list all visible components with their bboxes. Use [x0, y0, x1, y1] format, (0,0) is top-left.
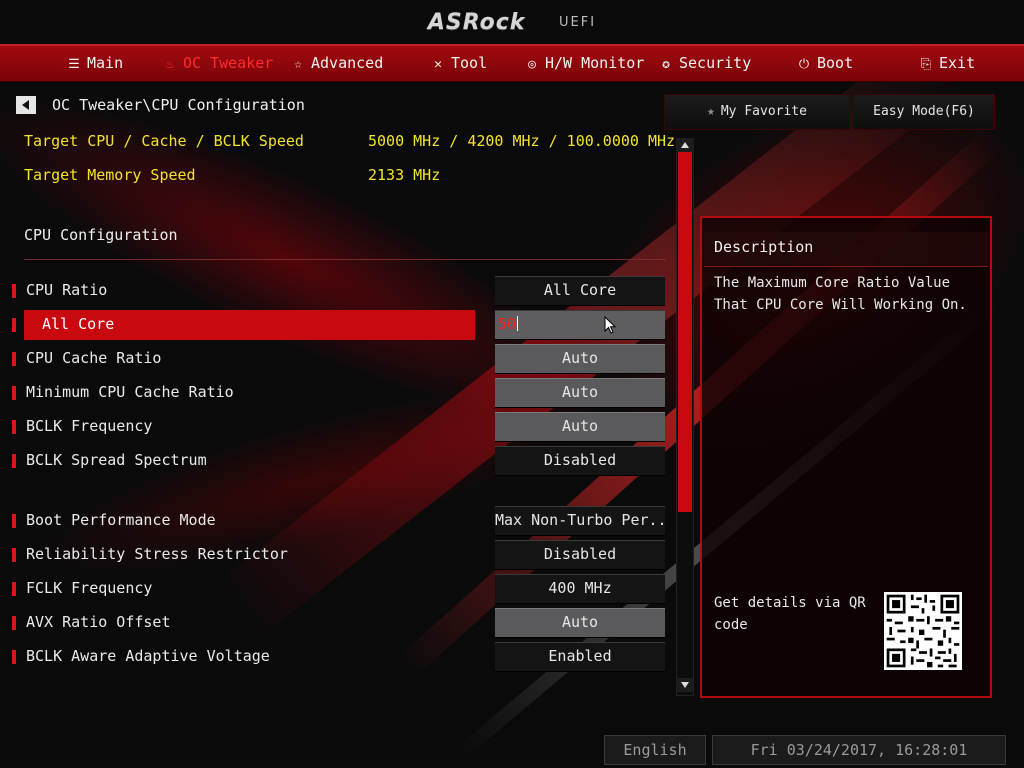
row-marker [12, 616, 16, 630]
setting-row-fclk-frequency[interactable]: FCLK Frequency 400 MHz [0, 574, 670, 604]
tab-main[interactable]: ☰ Main [66, 45, 123, 81]
section-title: CPU Configuration [24, 226, 178, 244]
setting-label: Minimum CPU Cache Ratio [26, 383, 234, 401]
language-button[interactable]: English [604, 735, 706, 765]
setting-value-dropdown[interactable]: All Core [495, 276, 665, 306]
tab-exit[interactable]: ⎘ Exit [918, 45, 975, 81]
row-marker [12, 548, 16, 562]
setting-value-input[interactable]: 50 [495, 310, 665, 340]
row-marker [12, 582, 16, 596]
tab-security-label: Security [679, 54, 752, 72]
setting-label: FCLK Frequency [26, 579, 153, 597]
exit-icon: ⎘ [920, 57, 932, 72]
my-favorite-button[interactable]: ★ My Favorite [664, 94, 850, 130]
setting-label: Reliability Stress Restrictor [26, 545, 288, 563]
setting-row-avx-ratio-offset[interactable]: AVX Ratio Offset Auto [0, 608, 670, 638]
scrollbar-thumb[interactable] [678, 152, 692, 512]
monitor-icon: ◎ [528, 57, 536, 72]
shield-icon: ✪ [662, 57, 670, 72]
row-marker [12, 284, 16, 298]
setting-value-dropdown[interactable]: Disabled [495, 540, 665, 570]
setting-row-boot-performance-mode[interactable]: Boot Performance Mode Max Non-Turbo Per.… [0, 506, 670, 536]
description-panel: Description The Maximum Core Ratio Value… [700, 216, 992, 698]
star-icon: ☆ [294, 57, 302, 72]
star-icon: ★ [707, 104, 715, 119]
tab-oc-tweaker-label: OC Tweaker [183, 54, 274, 72]
row-marker [12, 318, 16, 332]
my-favorite-label: My Favorite [720, 104, 807, 119]
setting-row-all-core[interactable]: All Core 50 [0, 310, 670, 340]
setting-label: BCLK Aware Adaptive Voltage [26, 647, 270, 665]
input-text: 50 [498, 315, 517, 333]
row-marker [12, 420, 16, 434]
target-memory-label: Target Memory Speed [24, 166, 196, 184]
flame-icon: ♨ [166, 57, 174, 72]
row-marker [12, 352, 16, 366]
scroll-down-arrow-icon[interactable] [676, 678, 694, 692]
setting-label: CPU Ratio [26, 281, 108, 299]
tab-main-label: Main [87, 54, 124, 72]
scroll-up-arrow-icon[interactable] [676, 138, 694, 152]
qr-caption: Get details via QR code [714, 595, 866, 633]
uefi-label: UEFI [559, 15, 597, 30]
setting-value-field[interactable]: Auto [495, 608, 665, 638]
setting-row-cpu-ratio[interactable]: CPU Ratio All Core [0, 276, 670, 306]
setting-label: Boot Performance Mode [26, 511, 216, 529]
description-title: Description [714, 238, 814, 256]
tab-advanced[interactable]: ☆ Advanced [290, 45, 383, 81]
setting-row-bclk-spread-spectrum[interactable]: BCLK Spread Spectrum Disabled [0, 446, 670, 476]
target-memory-value: 2133 MHz [368, 166, 441, 184]
row-marker [12, 386, 16, 400]
text-caret [517, 316, 519, 331]
tab-hw-monitor-label: H/W Monitor [545, 54, 645, 72]
datetime-display: Fri 03/24/2017, 16:28:01 [712, 735, 1006, 765]
tab-exit-label: Exit [939, 54, 976, 72]
qr-code-icon [884, 592, 962, 670]
power-icon: ⏻ [798, 57, 810, 72]
setting-value-dropdown[interactable]: Enabled [495, 642, 665, 672]
setting-row-min-cpu-cache-ratio[interactable]: Minimum CPU Cache Ratio Auto [0, 378, 670, 408]
setting-value-field[interactable]: Auto [495, 344, 665, 374]
section-divider [24, 259, 666, 260]
back-button[interactable] [16, 96, 36, 114]
brand-header: ASRock UEFI [0, 10, 1024, 40]
setting-label: CPU Cache Ratio [26, 349, 162, 367]
tab-tool[interactable]: ✕ Tool [430, 45, 487, 81]
tab-tool-label: Tool [451, 54, 488, 72]
target-cpu-value: 5000 MHz / 4200 MHz / 100.0000 MHz [368, 132, 676, 150]
tools-icon: ✕ [434, 57, 442, 72]
setting-value-dropdown[interactable]: Disabled [495, 446, 665, 476]
setting-value-field[interactable]: Auto [495, 412, 665, 442]
main-menu-bar: ☰ Main ♨ OC Tweaker ☆ Advanced ✕ Tool ◎ H/W M… [0, 44, 1024, 82]
setting-value-dropdown[interactable]: Max Non-Turbo Per... [495, 506, 665, 536]
breadcrumb: OC Tweaker\CPU Configuration [52, 96, 305, 114]
row-marker [12, 650, 16, 664]
mouse-pointer-icon [604, 316, 617, 334]
setting-value-field[interactable]: Auto [495, 378, 665, 408]
tab-boot-label: Boot [817, 54, 854, 72]
row-marker [12, 454, 16, 468]
easy-mode-button[interactable]: Easy Mode(F6) [853, 94, 995, 130]
description-text: The Maximum Core Ratio Value That CPU Co… [714, 275, 967, 313]
tab-oc-tweaker[interactable]: ♨ OC Tweaker [162, 45, 273, 81]
tab-boot[interactable]: ⏻ Boot [796, 45, 853, 81]
setting-value-dropdown[interactable]: 400 MHz [495, 574, 665, 604]
setting-label: BCLK Frequency [26, 417, 153, 435]
tab-hw-monitor[interactable]: ◎ H/W Monitor [524, 45, 644, 81]
setting-label: BCLK Spread Spectrum [26, 451, 207, 469]
list-icon: ☰ [68, 57, 80, 72]
setting-row-bclk-aware-adaptive-voltage[interactable]: BCLK Aware Adaptive Voltage Enabled [0, 642, 670, 672]
setting-row-cpu-cache-ratio[interactable]: CPU Cache Ratio Auto [0, 344, 670, 374]
tab-security[interactable]: ✪ Security [658, 45, 751, 81]
setting-label: AVX Ratio Offset [26, 613, 171, 631]
tab-advanced-label: Advanced [311, 54, 384, 72]
target-cpu-label: Target CPU / Cache / BCLK Speed [24, 132, 304, 150]
setting-row-bclk-frequency[interactable]: BCLK Frequency Auto [0, 412, 670, 442]
asrock-logo: ASRock [427, 10, 526, 35]
setting-label: All Core [42, 315, 115, 333]
setting-row-reliability-stress-restrictor[interactable]: Reliability Stress Restrictor Disabled [0, 540, 670, 570]
row-marker [12, 514, 16, 528]
